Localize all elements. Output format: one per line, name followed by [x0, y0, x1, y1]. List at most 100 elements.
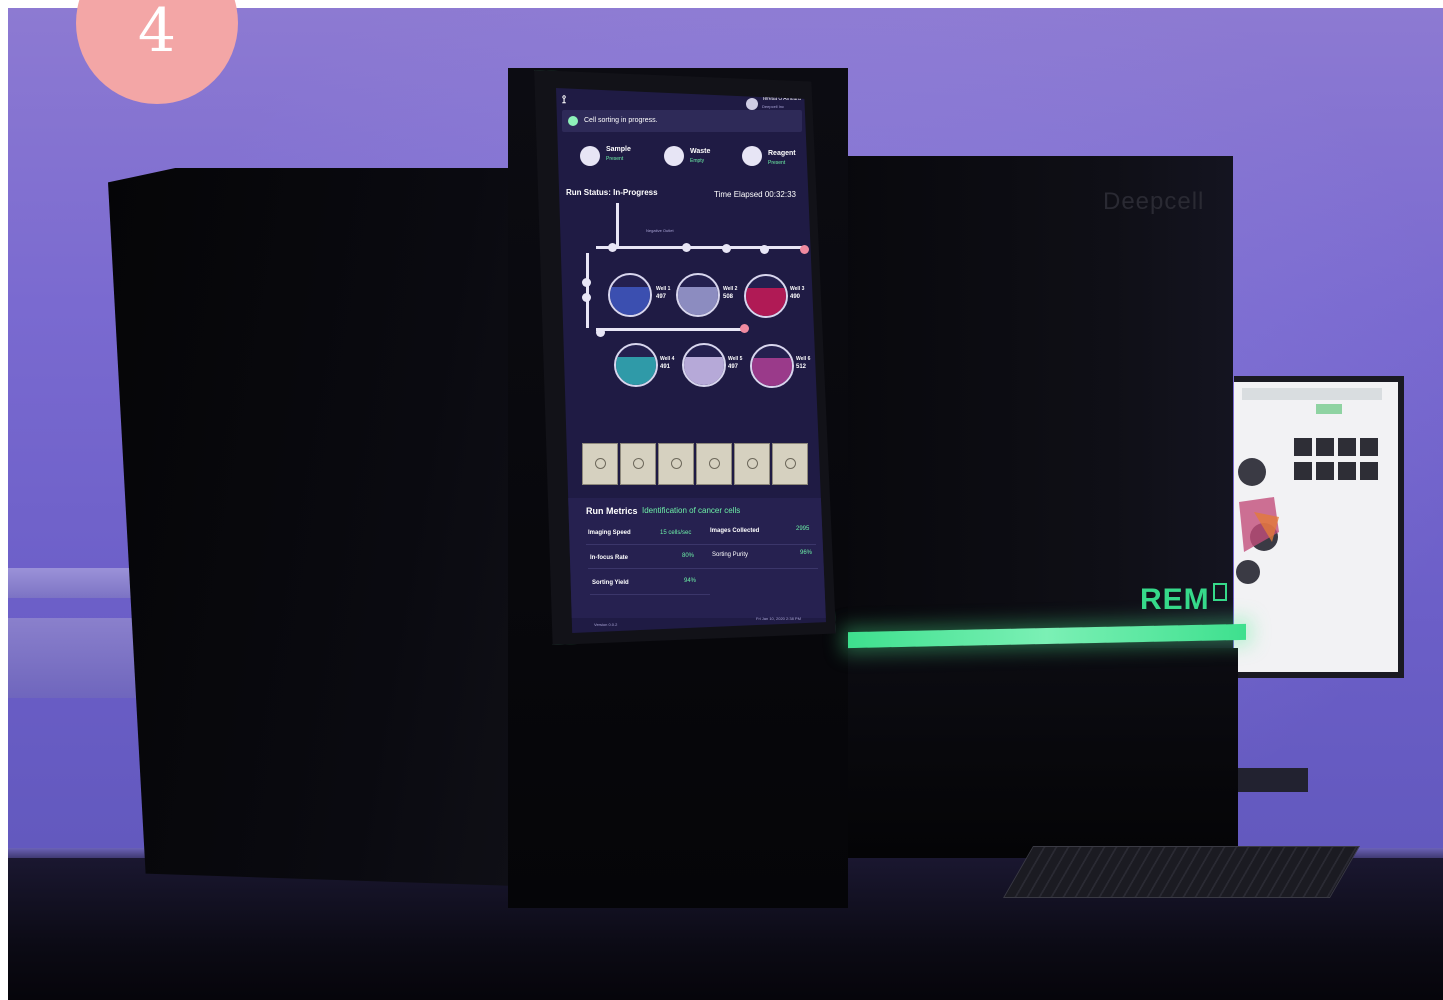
monitor-stand — [1236, 768, 1308, 792]
cell-image-thumbnail[interactable] — [772, 443, 808, 485]
touchscreen: ⟟ Teresa O'Ameara Deepcell Inc Cell sort… — [556, 88, 826, 633]
monitor-grid-cell — [1316, 462, 1334, 480]
well-name: Well 4 — [660, 356, 675, 362]
cell-shape — [785, 458, 796, 469]
instrument-base — [848, 648, 1238, 858]
well-fill — [746, 288, 786, 316]
channel-node — [608, 243, 617, 252]
imaging-speed-value: 15 cells/sec — [660, 530, 692, 536]
model-logo: REM — [1140, 583, 1227, 617]
well-name: Well 5 — [728, 356, 743, 362]
cell-image-thumbnail[interactable] — [658, 443, 694, 485]
well-fill — [616, 357, 656, 385]
tile-waste[interactable]: Waste Empty — [654, 138, 734, 178]
background-shelf-lower — [8, 618, 148, 698]
tile-state: Present — [768, 160, 786, 166]
channel-line — [586, 253, 589, 328]
avatar[interactable] — [746, 98, 758, 110]
channel-line — [596, 328, 746, 331]
monitor-scatter-plot — [1236, 458, 1279, 584]
monitor-grid-cell — [1294, 438, 1312, 456]
well-6[interactable] — [750, 344, 794, 388]
well-name: Well 3 — [790, 286, 805, 292]
monitor-green-button — [1316, 404, 1342, 414]
tile-state: Empty — [690, 158, 705, 164]
channel-node — [800, 245, 809, 254]
well-3[interactable] — [744, 274, 788, 318]
monitor-grid-cell — [1338, 438, 1356, 456]
channel-line — [596, 246, 806, 249]
tile-sample[interactable]: Sample Present — [570, 138, 650, 178]
cell-image-thumbnail[interactable] — [734, 443, 770, 485]
negative-outlet-label: Negative Outlet — [646, 228, 674, 233]
product-photo: Deepcell REM ⟟ Teresa O'Ameara Deepcell … — [8, 8, 1443, 1000]
brand-logo: Deepcell — [1103, 188, 1205, 215]
cell-shape — [747, 458, 758, 469]
divider — [590, 594, 710, 595]
tile-label: Waste — [690, 148, 711, 155]
app-logo-icon: ⟟ — [562, 94, 567, 106]
sorting-yield-value: 94% — [684, 578, 697, 584]
time-elapsed: Time Elapsed 00:32:33 — [714, 190, 796, 199]
tile-label: Reagent — [768, 150, 796, 157]
channel-node — [682, 243, 691, 252]
channel-node — [582, 278, 591, 287]
status-check-icon — [568, 116, 578, 126]
run-metrics-panel: Run Metrics Identification of cancer cel… — [556, 498, 826, 618]
monitor-grid-cell — [1338, 462, 1356, 480]
tile-label: Sample — [606, 146, 631, 153]
cell-shape — [633, 458, 644, 469]
images-collected-value: 2995 — [796, 526, 810, 532]
channel-node — [740, 324, 749, 333]
well-name: Well 2 — [723, 286, 738, 292]
well-name: Well 1 — [656, 286, 671, 292]
well-fill — [610, 287, 650, 315]
sorting-yield-label: Sorting Yield — [592, 580, 629, 586]
well-count: 512 — [796, 364, 807, 370]
monitor-grid-cell — [1360, 438, 1378, 456]
metrics-title: Run Metrics — [586, 506, 638, 516]
cell-image-thumbnail[interactable] — [582, 443, 618, 485]
divider — [588, 568, 818, 569]
user-org: Deepcell Inc — [762, 104, 785, 109]
well-fill — [678, 287, 718, 315]
channel-line — [616, 203, 619, 248]
cell-shape — [671, 458, 682, 469]
sample-icon — [580, 146, 600, 166]
version-label: Version 0.0.2 — [594, 622, 618, 627]
status-message: Cell sorting in progress. — [584, 117, 658, 124]
well-count: 491 — [660, 364, 671, 370]
background-monitor — [1234, 376, 1404, 678]
keyboard — [1002, 846, 1361, 898]
imaging-speed-label: Imaging Speed — [588, 530, 631, 536]
cell-image-thumbnail[interactable] — [620, 443, 656, 485]
background-shelf — [8, 568, 148, 598]
model-name: REM — [1140, 583, 1210, 616]
tile-reagent[interactable]: Reagent Present — [732, 138, 812, 178]
well-count: 497 — [656, 294, 667, 300]
well-fill — [684, 357, 724, 385]
channel-node — [722, 244, 731, 253]
metrics-subtitle: Identification of cancer cells — [642, 506, 741, 515]
monitor-grid-cell — [1294, 462, 1312, 480]
monitor-grid-cell — [1360, 462, 1378, 480]
well-2[interactable] — [676, 273, 720, 317]
waste-icon — [664, 146, 684, 166]
datetime-label: Fri Jan 10, 2020 2:38 PM — [756, 616, 801, 621]
sorting-purity-value: 96% — [800, 550, 813, 556]
well-count: 508 — [723, 294, 734, 300]
well-count: 490 — [790, 294, 801, 300]
channel-node — [760, 245, 769, 254]
cell-shape — [595, 458, 606, 469]
cell-shape — [709, 458, 720, 469]
model-suffix-box — [1212, 583, 1227, 601]
well-5[interactable] — [682, 343, 726, 387]
channel-node — [596, 328, 605, 337]
images-collected-label: Images Collected — [710, 528, 760, 534]
cell-image-thumbnail[interactable] — [696, 443, 732, 485]
tile-state: Present — [606, 156, 624, 162]
well-name: Well 6 — [796, 356, 811, 362]
well-4[interactable] — [614, 343, 658, 387]
well-count: 497 — [728, 364, 739, 370]
well-1[interactable] — [608, 273, 652, 317]
